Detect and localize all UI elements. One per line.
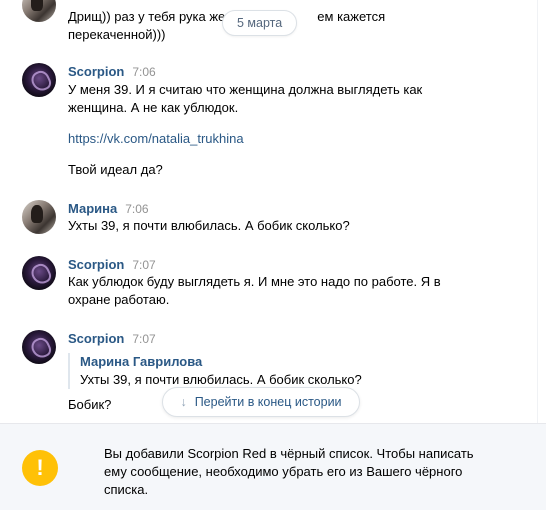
message-text: Ухты 39, я почти влюбилась. А бобик скол… (68, 218, 350, 233)
message-author[interactable]: Scorpion (68, 64, 124, 79)
forwarded-quote[interactable]: Марина Гаврилова Ухты 39, я почти влюбил… (68, 353, 362, 389)
message-author[interactable]: Scorpion (68, 257, 124, 272)
scorpion-avatar-icon[interactable] (22, 330, 56, 364)
message-time[interactable]: 7:06 (125, 202, 148, 216)
chat-scrollbar[interactable] (537, 0, 546, 423)
marina-avatar-icon[interactable] (22, 0, 56, 22)
message-time[interactable]: 7:06 (132, 65, 155, 79)
arrow-down-icon: ↓ (180, 395, 187, 409)
chat-history: Дрищ)) раз у тебя рука же ем кажется пере… (0, 0, 546, 423)
message-header: Scorpion 7:07 (68, 331, 156, 347)
message-text: Бобик? (68, 397, 112, 412)
message-text: Твой идеал да? (68, 162, 163, 177)
scorpion-avatar-icon[interactable] (22, 256, 56, 290)
message-text: Как ублюдок буду выглядеть я. И мне это … (68, 274, 441, 289)
scorpion-avatar-icon[interactable] (22, 63, 56, 97)
exclamation-icon: ! (22, 450, 58, 486)
date-badge: 5 марта (222, 10, 298, 36)
message-text: У меня 39. И я считаю что женщина должна… (68, 82, 423, 97)
blacklist-notice-text: Вы добавили Scorpion Red в чёрный список… (104, 446, 474, 497)
message-text: охране работаю. (68, 292, 170, 307)
message-author[interactable]: Scorpion (68, 331, 124, 346)
message-author[interactable]: Марина (68, 201, 117, 216)
jump-to-end-label: Перейти в конец истории (194, 395, 342, 409)
marina-avatar-icon[interactable] (22, 200, 56, 234)
message-header: Марина 7:06 (68, 201, 149, 217)
message-header: Scorpion 7:06 (68, 64, 156, 80)
blacklist-notice: ! Вы добавили Scorpion Red в чёрный спис… (0, 423, 546, 510)
message-header: Scorpion 7:07 (68, 257, 156, 273)
jump-to-end-button[interactable]: ↓ Перейти в конец истории (162, 387, 360, 417)
quote-author[interactable]: Марина Гаврилова (80, 353, 362, 371)
message-text: женщина. А не как ублюдок. (68, 100, 239, 115)
message-time[interactable]: 7:07 (132, 258, 155, 272)
partial-message-text-line2: перекаченной))) (68, 27, 166, 42)
message-time[interactable]: 7:07 (132, 332, 155, 346)
message-link[interactable]: https://vk.com/natalia_trukhina (68, 130, 244, 148)
